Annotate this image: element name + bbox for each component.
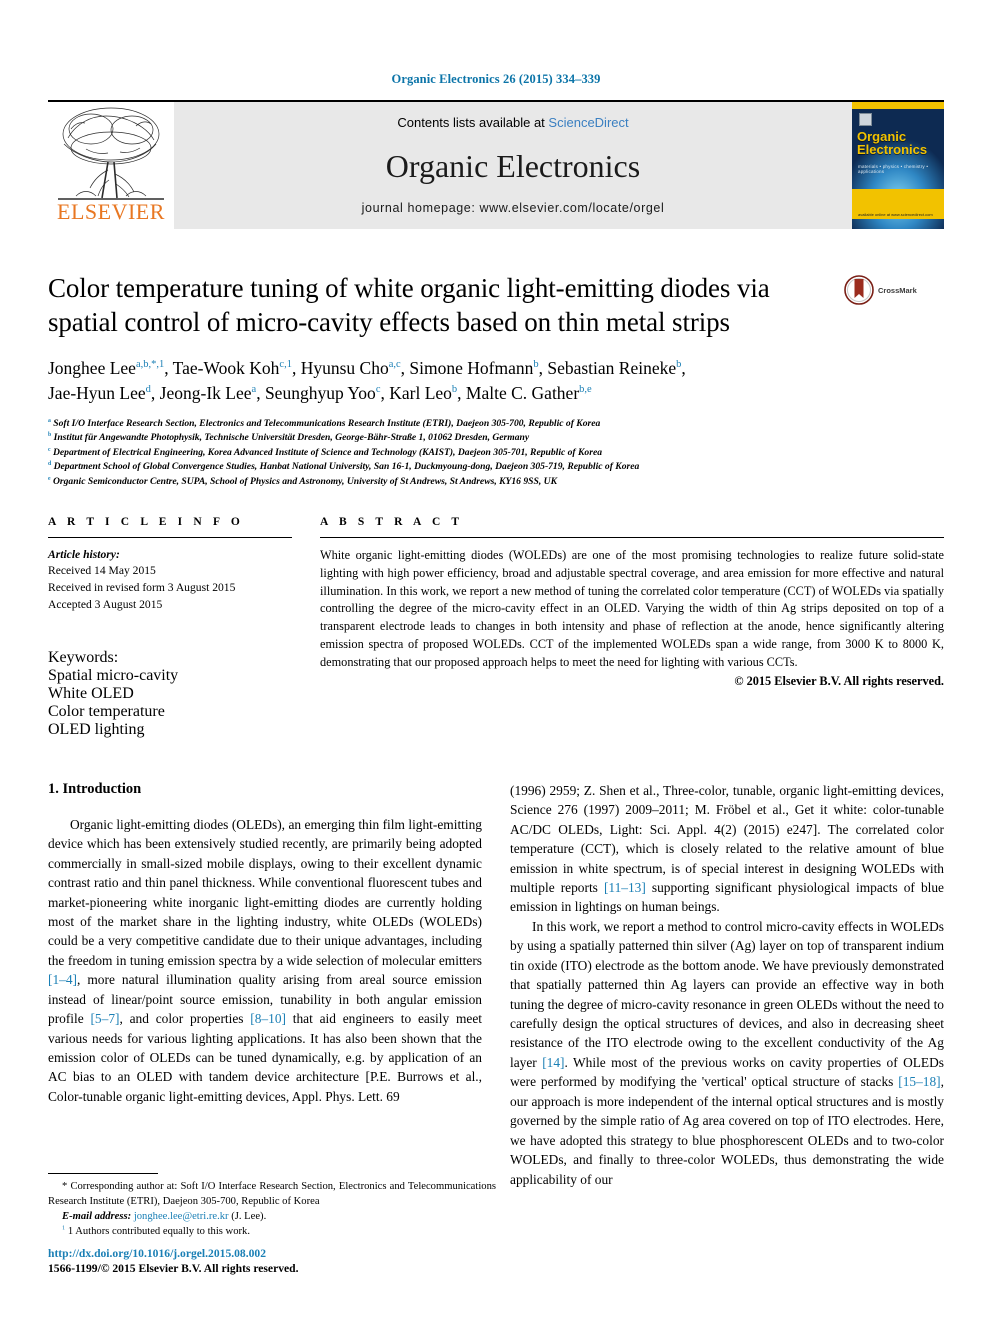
footnote-rule xyxy=(48,1172,158,1174)
footnote-marker-1: 1 xyxy=(62,1224,66,1232)
affiliation-b: b Institut für Angewandte Photophysik, T… xyxy=(48,432,530,444)
citation-8-10[interactable]: [8–10] xyxy=(250,1011,286,1026)
right-text-e: , our approach is more independent of th… xyxy=(510,1074,944,1187)
affiliation-a: a Soft I/O Interface Research Section, E… xyxy=(48,417,601,429)
doi-link[interactable]: http://dx.doi.org/10.1016/j.orgel.2015.0… xyxy=(48,1246,508,1262)
cover-journal-title: Organic Electronics xyxy=(857,130,940,157)
body-column-left: 1. Introduction Organic light-emitting d… xyxy=(48,781,482,1189)
cover-title-line1: Organic xyxy=(857,129,907,144)
keyword-item: Spatial micro-cavity xyxy=(48,666,179,684)
cover-footer-text: available online at www.sciencedirect.co… xyxy=(858,212,933,217)
paragraph-intro-continued: (1996) 2959; Z. Shen et al., Three-color… xyxy=(510,781,944,917)
masthead-center: Contents lists available at ScienceDirec… xyxy=(174,102,852,229)
keyword-item: Color temperature xyxy=(48,702,165,720)
history-received: Received 14 May 2015 xyxy=(48,564,156,578)
abstract-column: A B S T R A C T White organic light-emit… xyxy=(320,516,944,739)
journal-cover-thumbnail: Organic Electronics materials • physics … xyxy=(852,102,944,229)
right-text-a: (1996) 2959; Z. Shen et al., Three-color… xyxy=(510,782,944,895)
title-row: Color temperature tuning of white organi… xyxy=(48,271,944,339)
affiliation-list: a Soft I/O Interface Research Section, E… xyxy=(48,417,944,490)
article-history-block: Article history: Received 14 May 2015 Re… xyxy=(48,538,292,614)
email-label: E-mail address: xyxy=(62,1210,132,1222)
publication-footer: http://dx.doi.org/10.1016/j.orgel.2015.0… xyxy=(48,1246,508,1277)
journal-homepage-link[interactable]: journal homepage: www.elsevier.com/locat… xyxy=(362,201,665,215)
running-head: Organic Electronics 26 (2015) 334–339 xyxy=(391,72,601,86)
cover-title-line2: Electronics xyxy=(857,142,928,158)
intro-text-c: , and color properties xyxy=(119,1011,251,1027)
paragraph-intro-2: In this work, we report a method to cont… xyxy=(510,917,944,1189)
journal-title: Organic Electronics xyxy=(385,147,641,184)
info-abstract-section: A R T I C L E I N F O Article history: R… xyxy=(48,516,944,739)
body-column-right: (1996) 2959; Z. Shen et al., Three-color… xyxy=(510,781,944,1189)
author-list: Jonghee Leea,b,*,1, Tae-Wook Kohc,1, Hyu… xyxy=(48,356,944,406)
section-heading-introduction: 1. Introduction xyxy=(48,780,142,797)
page-title: Color temperature tuning of white organi… xyxy=(48,273,770,338)
elsevier-logo: ELSEVIER xyxy=(48,102,174,229)
affiliation-e: e Organic Semiconductor Centre, SUPA, Sc… xyxy=(48,475,557,488)
elsevier-wordmark: ELSEVIER xyxy=(57,199,165,224)
abstract-heading: A B S T R A C T xyxy=(320,515,464,528)
crossmark-icon xyxy=(844,275,874,305)
citation-15-18[interactable]: [15–18] xyxy=(898,1074,940,1089)
author-line-2: Jae-Hyun Leed, Jeong-Ik Leea, Seunghyup … xyxy=(48,382,592,403)
elsevier-tree-icon xyxy=(58,107,164,200)
contents-prefix: Contents lists available at xyxy=(397,115,545,130)
email-suffix: (J. Lee). xyxy=(231,1210,267,1222)
affiliation-c: c Department of Electrical Engineering, … xyxy=(48,446,603,458)
journal-masthead: ELSEVIER Contents lists available at Sci… xyxy=(48,100,944,229)
abstract-copyright: © 2015 Elsevier B.V. All rights reserved… xyxy=(734,674,944,689)
keyword-item: OLED lighting xyxy=(48,720,145,738)
citation-1-4[interactable]: [1–4] xyxy=(48,972,77,987)
contents-available-line: Contents lists available at ScienceDirec… xyxy=(397,115,628,130)
keywords-label: Keywords: xyxy=(48,648,119,666)
crossmark-badge[interactable]: CrossMark xyxy=(844,271,944,305)
article-info-column: A R T I C L E I N F O Article history: R… xyxy=(48,516,292,739)
intro-text-a: Organic light-emitting diodes (OLEDs), a… xyxy=(48,816,482,968)
footnote-equal-contribution: 1 1 Authors contributed equally to this … xyxy=(48,1224,496,1239)
article-info-heading: A R T I C L E I N F O xyxy=(48,515,244,528)
keywords-block: Keywords: Spatial micro-cavity White OLE… xyxy=(48,649,292,739)
body-columns: 1. Introduction Organic light-emitting d… xyxy=(48,781,944,1189)
citation-11-13[interactable]: [11–13] xyxy=(604,880,646,895)
article-history-label: Article history: xyxy=(48,547,120,561)
cover-subtitle: materials • physics • chemistry • applic… xyxy=(858,164,929,174)
cover-square-icon xyxy=(859,113,872,126)
right-text-c: In this work, we report a method to cont… xyxy=(510,918,944,1070)
author-line-1: Jonghee Leea,b,*,1, Tae-Wook Kohc,1, Hyu… xyxy=(48,358,686,379)
history-revised: Received in revised form 3 August 2015 xyxy=(48,581,236,595)
issn-copyright-line: 1566-1199/© 2015 Elsevier B.V. All right… xyxy=(48,1262,299,1276)
paragraph-intro-1: Organic light-emitting diodes (OLEDs), a… xyxy=(48,815,482,1107)
right-text-d: . While most of the previous works on ca… xyxy=(510,1054,944,1090)
citation-5-7[interactable]: [5–7] xyxy=(90,1011,119,1026)
footnote-corresponding-author: * Corresponding author at: Soft I/O Inte… xyxy=(48,1180,496,1207)
footnote-email: E-mail address: jonghee.lee@etri.re.kr (… xyxy=(48,1209,496,1224)
keyword-item: White OLED xyxy=(48,684,134,702)
abstract-text: White organic light-emitting diodes (WOL… xyxy=(320,547,944,670)
sciencedirect-link[interactable]: ScienceDirect xyxy=(548,115,628,130)
footnote-block: * Corresponding author at: Soft I/O Inte… xyxy=(48,1172,496,1239)
crossmark-label: CrossMark xyxy=(878,285,917,295)
email-link[interactable]: jonghee.lee@etri.re.kr xyxy=(134,1211,229,1222)
paper-page: Organic Electronics 26 (2015) 334–339 EL… xyxy=(0,0,992,1323)
history-accepted: Accepted 3 August 2015 xyxy=(48,598,163,611)
cover-top-band xyxy=(852,102,944,109)
affiliation-d: d Department School of Global Convergenc… xyxy=(48,461,640,473)
equal-contribution-text: 1 Authors contributed equally to this wo… xyxy=(67,1225,250,1237)
citation-14[interactable]: [14] xyxy=(542,1055,564,1070)
